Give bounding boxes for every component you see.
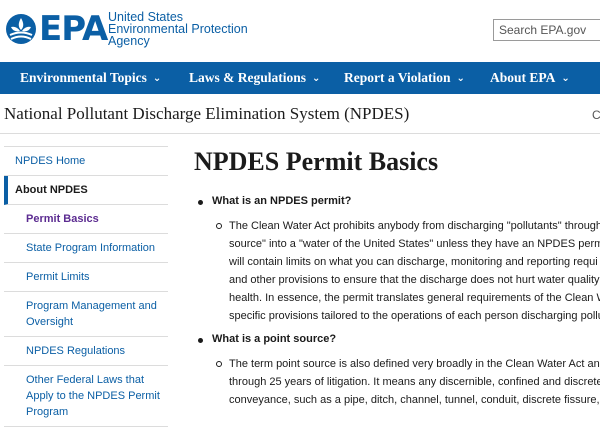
- faq-answer: The Clean Water Act prohibits anybody fr…: [216, 217, 600, 325]
- sidebar-item-label: State Program Information: [26, 242, 156, 254]
- chevron-down-icon: ⌄: [456, 73, 465, 84]
- answer-line: source" into a "water of the United Stat…: [229, 238, 600, 250]
- sidebar-item-label: Permit Limits: [26, 271, 90, 283]
- divider: [0, 133, 600, 134]
- main-nav: Environmental Topics ⌄ Laws & Regulations…: [0, 62, 600, 94]
- answer-line: conveyance, such as a pipe, ditch, chann…: [229, 394, 600, 406]
- sidebar-item-label: About NPDES: [15, 184, 88, 196]
- nav-about-epa[interactable]: About EPA ⌄: [490, 62, 570, 94]
- answer-line: health. In essence, the permit translate…: [229, 292, 600, 304]
- sidebar-item-npdes-home[interactable]: NPDES Home: [4, 146, 168, 176]
- search-input[interactable]: Search EPA.gov: [493, 19, 600, 41]
- faq-answer: The term point source is also defined ve…: [216, 355, 600, 409]
- nav-environmental-topics[interactable]: Environmental Topics ⌄: [20, 62, 161, 94]
- epa-flower-icon: [6, 14, 36, 44]
- sidebar-item-npdes-regulations[interactable]: NPDES Regulations: [4, 337, 168, 366]
- answer-line: through 25 years of litigation. It means…: [229, 376, 600, 388]
- answer-line: The term point source is also defined ve…: [229, 358, 600, 370]
- sidebar-item-permit-basics[interactable]: Permit Basics: [4, 205, 168, 234]
- chevron-down-icon: ⌄: [152, 73, 162, 84]
- sidebar-nav: NPDES Home About NPDES Permit Basics Sta…: [4, 146, 168, 427]
- sidebar-item-label: Permit Basics: [26, 213, 99, 225]
- sidebar-item-other-federal-laws[interactable]: Other Federal Laws that Apply to the NPD…: [4, 366, 168, 427]
- sidebar-item-label: Program Management and Oversight: [26, 300, 157, 328]
- nav-label: Environmental Topics: [20, 70, 147, 85]
- sidebar-item-program-management[interactable]: Program Management and Oversight: [4, 292, 168, 337]
- epa-logo-text: EPA: [39, 9, 108, 49]
- sidebar-item-state-program[interactable]: State Program Information: [4, 234, 168, 263]
- contact-link-fragment[interactable]: C: [592, 108, 600, 122]
- sidebar-item-label: Other Federal Laws that Apply to the NPD…: [26, 374, 160, 418]
- agency-name: United States Environmental Protection A…: [108, 11, 248, 48]
- nav-label: About EPA: [490, 70, 556, 85]
- program-title[interactable]: National Pollutant Discharge Elimination…: [4, 104, 409, 124]
- nav-label: Report a Violation: [344, 70, 451, 85]
- answer-line: will contain limits on what you can disc…: [229, 256, 598, 268]
- answer-line: and other provisions to ensure that the …: [229, 274, 600, 286]
- answer-line: specific provisions tailored to the oper…: [229, 310, 600, 322]
- sidebar-item-about-npdes[interactable]: About NPDES: [4, 176, 168, 205]
- sidebar-item-label: NPDES Regulations: [26, 345, 126, 357]
- chevron-down-icon: ⌄: [312, 73, 321, 84]
- answer-line: The Clean Water Act prohibits anybody fr…: [229, 220, 600, 232]
- faq-question: What is an NPDES permit?: [197, 195, 352, 207]
- chevron-down-icon: ⌄: [561, 73, 570, 84]
- page-title: NPDES Permit Basics: [194, 147, 439, 176]
- nav-report-violation[interactable]: Report a Violation ⌄: [344, 62, 465, 94]
- site-header: EPA United States Environmental Protecti…: [0, 0, 600, 62]
- epa-logo[interactable]: EPA: [5, 9, 108, 49]
- nav-laws-regulations[interactable]: Laws & Regulations ⌄: [189, 62, 320, 94]
- sidebar-item-label: NPDES Home: [15, 155, 86, 167]
- main-content: NPDES Permit Basics What is an NPDES per…: [194, 146, 600, 406]
- sidebar-item-permit-limits[interactable]: Permit Limits: [4, 263, 168, 292]
- faq-question: What is a point source?: [197, 333, 337, 345]
- nav-label: Laws & Regulations: [189, 70, 307, 85]
- agency-line-3: Agency: [108, 34, 150, 48]
